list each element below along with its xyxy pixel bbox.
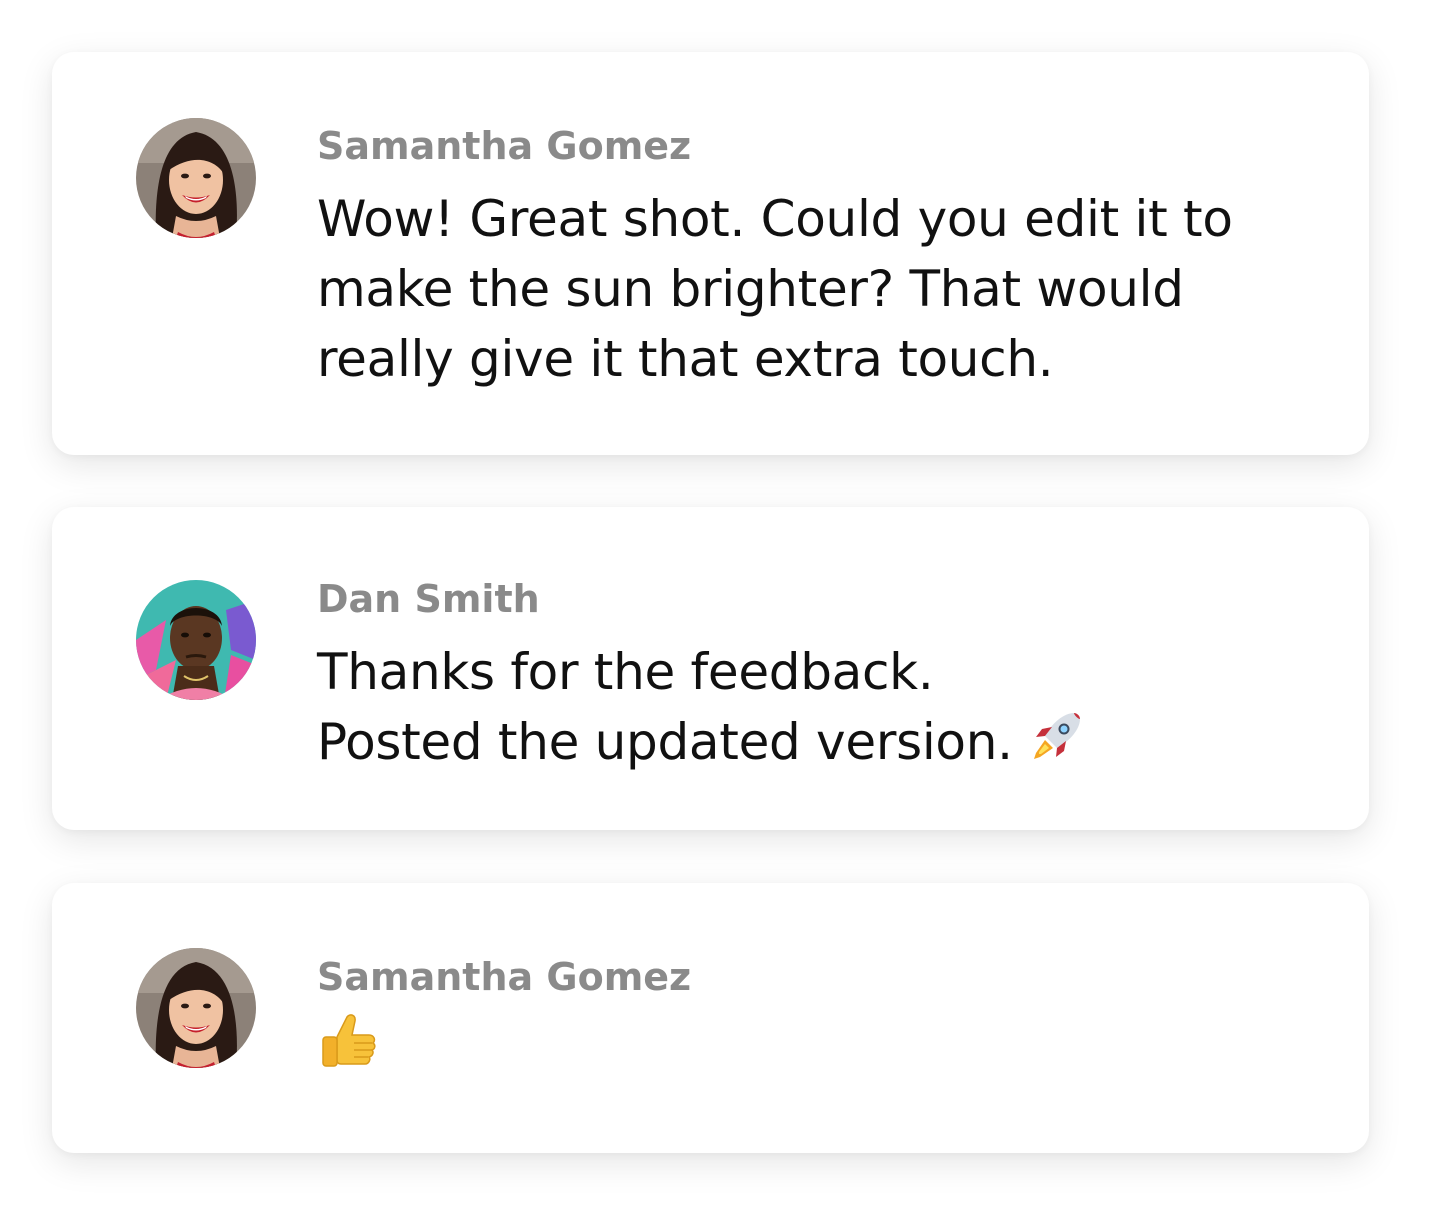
comment-card: Samantha Gomez [52, 883, 1369, 1153]
comment-text-line: make the sun brighter? That would [317, 260, 1184, 318]
comment-card: Samantha Gomez Wow! Great shot. Could yo… [52, 52, 1369, 455]
comment-text-line-with-emoji: Posted the updated version. [317, 707, 1289, 777]
comment-author: Samantha Gomez [317, 955, 692, 999]
comment-author: Samantha Gomez [317, 124, 692, 168]
comment-card: Dan Smith Thanks for the feedback. Poste… [52, 507, 1369, 830]
avatar-icon[interactable] [136, 580, 256, 700]
comment-text [317, 1011, 1289, 1085]
woman-avatar-icon [136, 948, 256, 1068]
avatar-icon[interactable] [136, 948, 256, 1068]
avatar-icon[interactable] [136, 118, 256, 238]
comment-author: Dan Smith [317, 577, 540, 621]
comment-text-line: Thanks for the feedback. [317, 643, 934, 701]
comment-text: Wow! Great shot. Could you edit it to ma… [317, 184, 1289, 394]
thumbs-up-emoji-icon [317, 1011, 379, 1073]
woman-avatar-icon [136, 118, 256, 238]
comment-text: Thanks for the feedback. Posted the upda… [317, 637, 1289, 777]
comment-text-line: Posted the updated version. [317, 713, 1013, 771]
rocket-emoji-icon [1028, 707, 1086, 765]
comment-text-line: really give it that extra touch. [317, 330, 1054, 388]
comment-text-line: Wow! Great shot. Could you edit it to [317, 190, 1233, 248]
man-avatar-icon [136, 580, 256, 700]
